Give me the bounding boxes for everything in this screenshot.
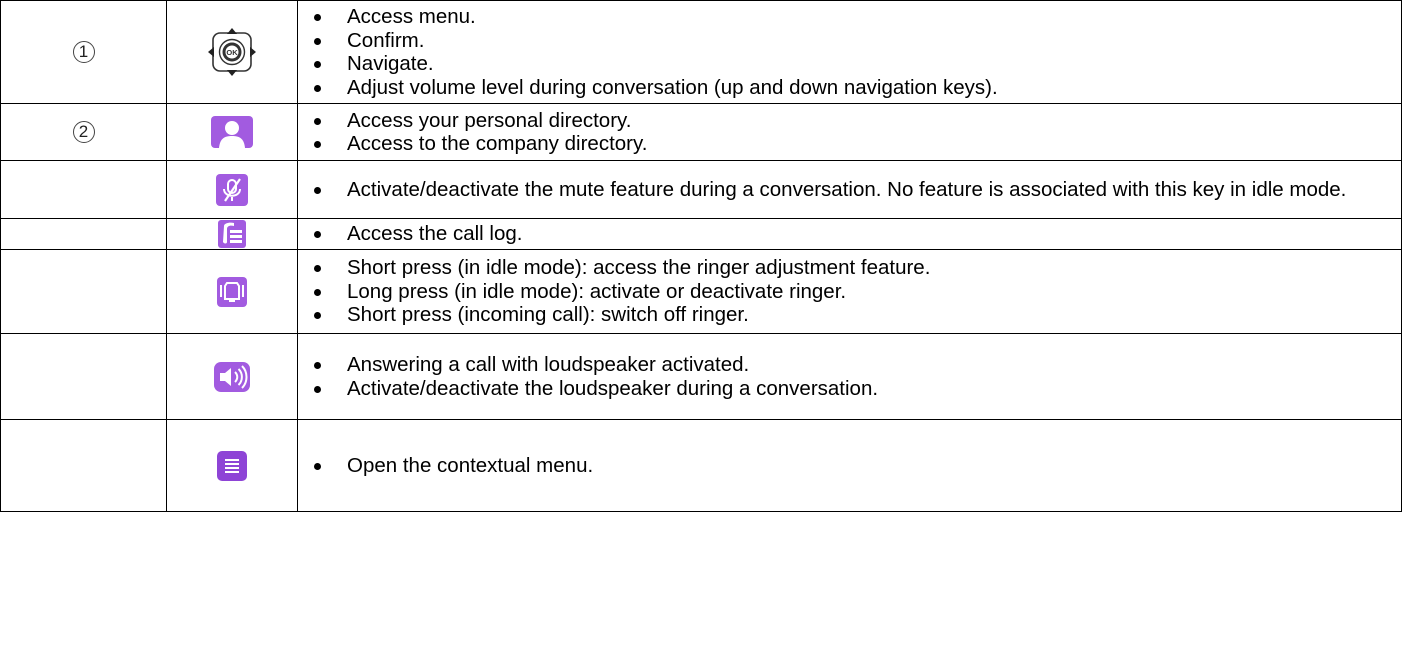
row-number-cell [0,249,167,334]
ringer-key-icon [217,276,247,307]
row-number-badge: 2 [72,121,95,143]
table-row: Short press (in idle mode): access the r… [0,249,1402,334]
list-item: Short press (in idle mode): access the r… [298,256,1401,280]
description-cell: Short press (in idle mode): access the r… [297,249,1402,334]
description-cell: Activate/deactivate the mute feature dur… [297,160,1402,219]
list-item: Access your personal directory. [298,109,1401,133]
directory-key-icon [211,116,253,148]
key-icon-cell [166,333,298,420]
key-icon-cell [166,103,298,161]
description-list: Access your personal directory. Access t… [298,109,1401,156]
list-item: Activate/deactivate the mute feature dur… [298,178,1401,202]
list-item: Adjust volume level during conversation … [298,76,1401,100]
row-number-badge: 1 [72,41,95,63]
row-number-cell: 2 [0,103,167,161]
list-item: Access menu. [298,5,1401,29]
row-number-cell [0,333,167,420]
key-icon-cell [166,160,298,219]
row-number-cell: 1 [0,0,167,104]
description-list: Open the contextual menu. [298,454,1401,478]
list-item: Short press (incoming call): switch off … [298,303,1401,327]
table-row: 1 OK Access menu. Confirm. Navigate. Adj… [0,0,1402,104]
description-cell: Open the contextual menu. [297,419,1402,512]
svg-text:OK: OK [226,48,238,57]
description-cell: Access your personal directory. Access t… [297,103,1402,161]
row-number-cell [0,160,167,219]
description-list: Access menu. Confirm. Navigate. Adjust v… [298,5,1401,99]
key-icon-cell [166,419,298,512]
description-list: Activate/deactivate the mute feature dur… [298,178,1401,202]
list-item: Open the contextual menu. [298,454,1401,478]
loudspeaker-key-icon [214,361,250,392]
description-list: Access the call log. [298,222,1401,246]
key-icon-cell [166,218,298,250]
description-list: Short press (in idle mode): access the r… [298,256,1401,327]
key-icon-cell: OK [166,0,298,104]
phone-keys-table: 1 OK Access menu. Confirm. Navigate. Adj… [0,0,1402,512]
description-cell: Access menu. Confirm. Navigate. Adjust v… [297,0,1402,104]
row-number-cell [0,419,167,512]
key-icon-cell [166,249,298,334]
table-row: Open the contextual menu. [0,419,1402,512]
list-item: Access to the company directory. [298,132,1401,156]
contextual-menu-key-icon [217,450,247,481]
description-list: Answering a call with loudspeaker activa… [298,353,1401,400]
list-item: Answering a call with loudspeaker activa… [298,353,1401,377]
list-item: Access the call log. [298,222,1401,246]
list-item: Navigate. [298,52,1401,76]
description-cell: Access the call log. [297,218,1402,250]
navigation-ok-key-icon: OK [207,27,257,77]
list-item: Long press (in idle mode): activate or d… [298,280,1401,304]
table-row: Answering a call with loudspeaker activa… [0,333,1402,420]
call-log-key-icon [218,220,246,248]
list-item: Confirm. [298,29,1401,53]
table-row: 2 Access your personal directory. Access… [0,103,1402,161]
table-row: Activate/deactivate the mute feature dur… [0,160,1402,219]
mute-key-icon [216,173,248,206]
row-number-cell [0,218,167,250]
description-cell: Answering a call with loudspeaker activa… [297,333,1402,420]
list-item: Activate/deactivate the loudspeaker duri… [298,377,1401,401]
table-row: Access the call log. [0,218,1402,250]
